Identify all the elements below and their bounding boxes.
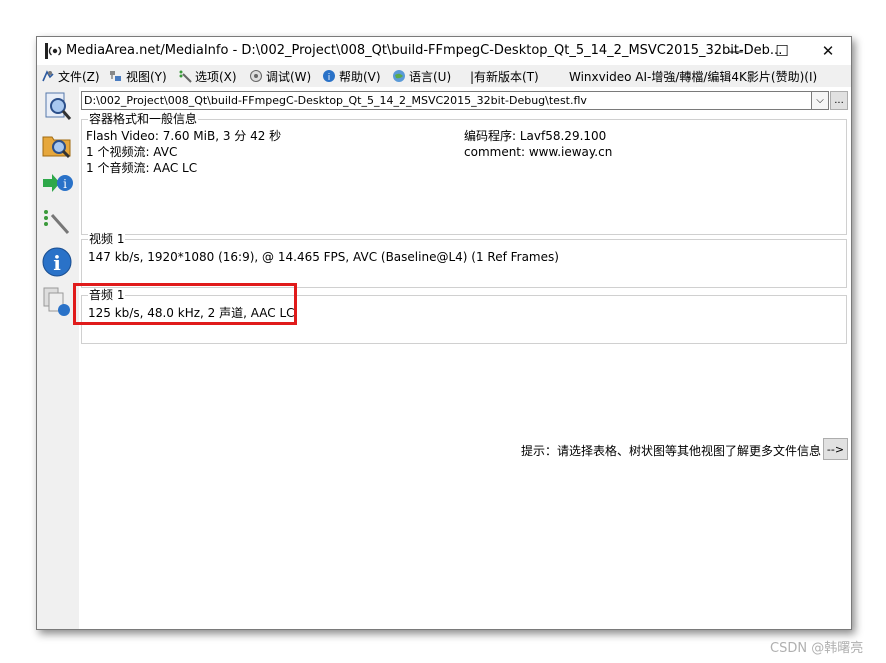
sheet-view-icon[interactable] — [40, 285, 74, 319]
video-stream-details: 147 kb/s, 1920*1080 (16:9), @ 14.465 FPS… — [88, 250, 559, 264]
maximize-button[interactable]: ☐ — [759, 37, 805, 65]
menu-language[interactable]: 语言(U) — [392, 68, 451, 84]
menu-view-label: 视图(Y) — [126, 69, 167, 84]
menu-sponsor-label: Winxvideo AI-增強/轉檔/编辑4K影片(赞助)(I) — [569, 69, 818, 84]
view-icon — [110, 71, 121, 81]
general-format-line: Flash Video: 7.60 MiB, 3 分 42 秒 — [86, 129, 282, 143]
menu-help-label: 帮助(V) — [339, 69, 381, 84]
menu-file-label: 文件(Z) — [58, 69, 100, 84]
open-folder-icon[interactable] — [40, 127, 74, 161]
general-info-title: 容器格式和一般信息 — [88, 112, 199, 126]
svg-text:i: i — [328, 73, 331, 83]
title-bar[interactable]: MediaArea.net/MediaInfo - D:\002_Project… — [37, 37, 851, 65]
language-icon — [393, 70, 405, 82]
video-stream-group: 视频 1 147 kb/s, 1920*1080 (16:9), @ 14.46… — [81, 232, 847, 288]
info-panel: D:\002_Project\008_Qt\build-FFmpegC-Desk… — [79, 87, 851, 629]
menu-options[interactable]: 选项(X) — [178, 68, 237, 84]
general-video-count-line: 1 个视频流: AVC — [86, 145, 178, 159]
export-icon[interactable]: i — [40, 167, 74, 201]
mediainfo-window: MediaArea.net/MediaInfo - D:\002_Project… — [36, 36, 852, 630]
general-encoder-line: 编码程序: Lavf58.29.100 — [464, 129, 607, 143]
menu-view[interactable]: 视图(Y) — [109, 68, 167, 84]
about-icon[interactable]: i — [40, 245, 74, 279]
file-path-combobox[interactable]: D:\002_Project\008_Qt\build-FFmpegC-Desk… — [81, 91, 812, 110]
general-audio-count-line: 1 个音频流: AAC LC — [86, 161, 198, 175]
browse-button[interactable]: ... — [830, 91, 848, 110]
audio-highlight-box — [73, 283, 297, 325]
options-icon — [179, 70, 192, 83]
debug-icon — [250, 70, 262, 82]
path-dropdown-button[interactable]: ⌵ — [811, 91, 829, 110]
menu-file[interactable]: 文件(Z) — [41, 68, 100, 84]
menu-language-label: 语言(U) — [409, 69, 452, 84]
menu-new-version[interactable]: |有新版本(T) — [470, 68, 539, 84]
menu-new-version-label: |有新版本(T) — [470, 69, 539, 84]
general-comment-line: comment: www.ieway.cn — [464, 145, 613, 159]
general-info-group: 容器格式和一般信息 Flash Video: 7.60 MiB, 3 分 42 … — [81, 112, 847, 235]
svg-text:i: i — [53, 251, 61, 275]
next-view-button[interactable]: --> — [823, 438, 848, 460]
settings-icon[interactable] — [40, 205, 74, 239]
menu-sponsor[interactable]: Winxvideo AI-增強/轉檔/编辑4K影片(赞助)(I) — [569, 68, 817, 84]
left-toolbar: i i — [37, 87, 79, 629]
file-icon — [42, 70, 54, 82]
csdn-watermark: CSDN @韩曙亮 — [770, 641, 864, 656]
menu-bar: 文件(Z) 视图(Y) 选项(X) 调试(W) i 帮助(V) 语言(U) |有… — [37, 65, 851, 87]
minimize-button[interactable]: — — [713, 37, 759, 65]
window-title: MediaArea.net/MediaInfo - D:\002_Project… — [66, 43, 783, 58]
open-file-icon[interactable] — [40, 89, 74, 123]
view-hint-text: 提示：请选择表格、树状图等其他视图了解更多文件信息 — [521, 444, 822, 458]
menu-debug[interactable]: 调试(W) — [249, 68, 311, 84]
video-stream-title: 视频 1 — [88, 232, 126, 246]
menu-options-label: 选项(X) — [195, 69, 237, 84]
close-button[interactable]: ✕ — [805, 37, 851, 65]
svg-text:i: i — [63, 177, 67, 191]
menu-debug-label: 调试(W) — [266, 69, 312, 84]
mediainfo-app-icon — [45, 43, 62, 59]
help-icon: i — [323, 70, 335, 83]
menu-help[interactable]: i 帮助(V) — [322, 68, 381, 84]
